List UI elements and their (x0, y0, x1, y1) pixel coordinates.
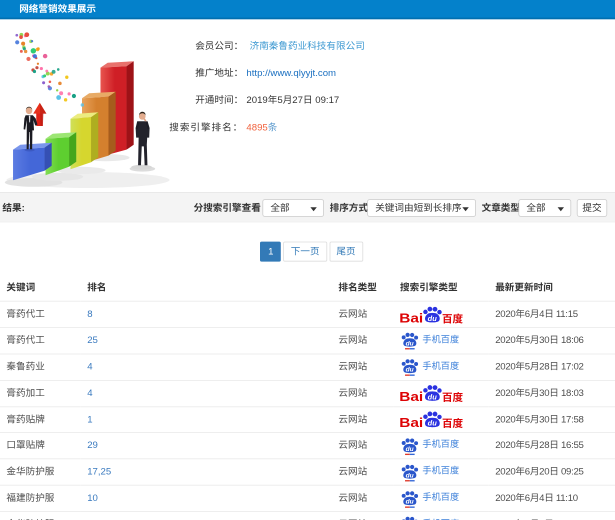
svg-text:du: du (428, 419, 438, 428)
svg-text:du: du (428, 314, 438, 323)
svg-text:du: du (406, 341, 414, 348)
svg-text:百度: 百度 (442, 390, 464, 404)
svg-text:Bai: Bai (400, 389, 423, 404)
svg-text:Bai: Bai (400, 415, 423, 430)
svg-text:du: du (428, 392, 438, 401)
svg-text:du: du (406, 446, 414, 453)
svg-text:du: du (406, 498, 414, 505)
svg-text:Bai: Bai (400, 310, 423, 325)
svg-text:du: du (406, 367, 414, 374)
svg-text:du: du (406, 472, 414, 479)
svg-text:百度: 百度 (442, 416, 464, 430)
svg-text:百度: 百度 (442, 311, 464, 325)
